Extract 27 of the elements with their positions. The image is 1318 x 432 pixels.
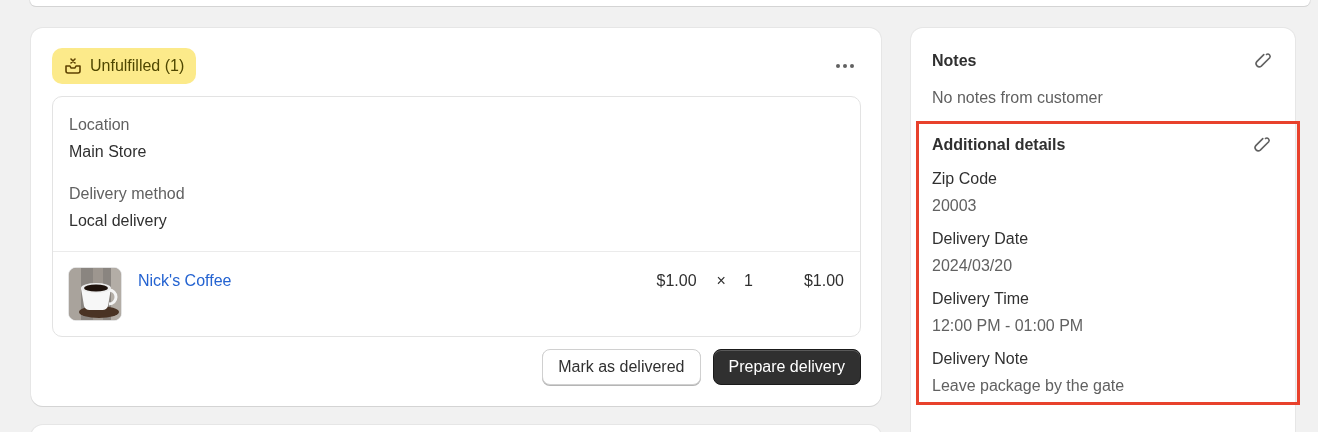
multiply-sign: ×: [716, 272, 726, 290]
product-link[interactable]: Nick's Coffee: [138, 272, 657, 290]
edit-icon[interactable]: [1253, 51, 1273, 71]
section-title: Additional details: [932, 136, 1066, 154]
more-icon[interactable]: [835, 63, 855, 69]
field-label: Delivery method: [69, 184, 186, 204]
field-value: Main Store: [69, 142, 148, 162]
unit-price: $1.00: [656, 272, 697, 290]
section-title: Notes: [932, 52, 977, 70]
edit-icon[interactable]: [1252, 135, 1272, 155]
detail-label: Delivery Time: [932, 289, 1030, 309]
notes-text: No notes from customer: [932, 88, 1104, 108]
field-value: Local delivery: [69, 211, 168, 231]
status-label: Unfulfilled (1): [90, 57, 185, 75]
field-label: Location: [69, 115, 131, 135]
detail-label: Delivery Note: [932, 349, 1030, 369]
quantity: 1: [743, 272, 754, 290]
prepare-button[interactable]: Prepare delivery: [712, 349, 861, 385]
line-total: $1.00: [803, 272, 844, 290]
mark-button[interactable]: Mark as delivered: [542, 349, 701, 385]
package-icon: [64, 57, 82, 75]
detail-label: Delivery Date: [932, 229, 1030, 249]
detail-value: Leave package by the gate: [932, 376, 1126, 396]
detail-value: 12:00 PM - 01:00 PM: [932, 316, 1085, 336]
detail-label: Zip Code: [932, 169, 998, 189]
detail-value: 20003: [932, 196, 978, 216]
detail-value: 2024/03/20: [932, 256, 1014, 276]
